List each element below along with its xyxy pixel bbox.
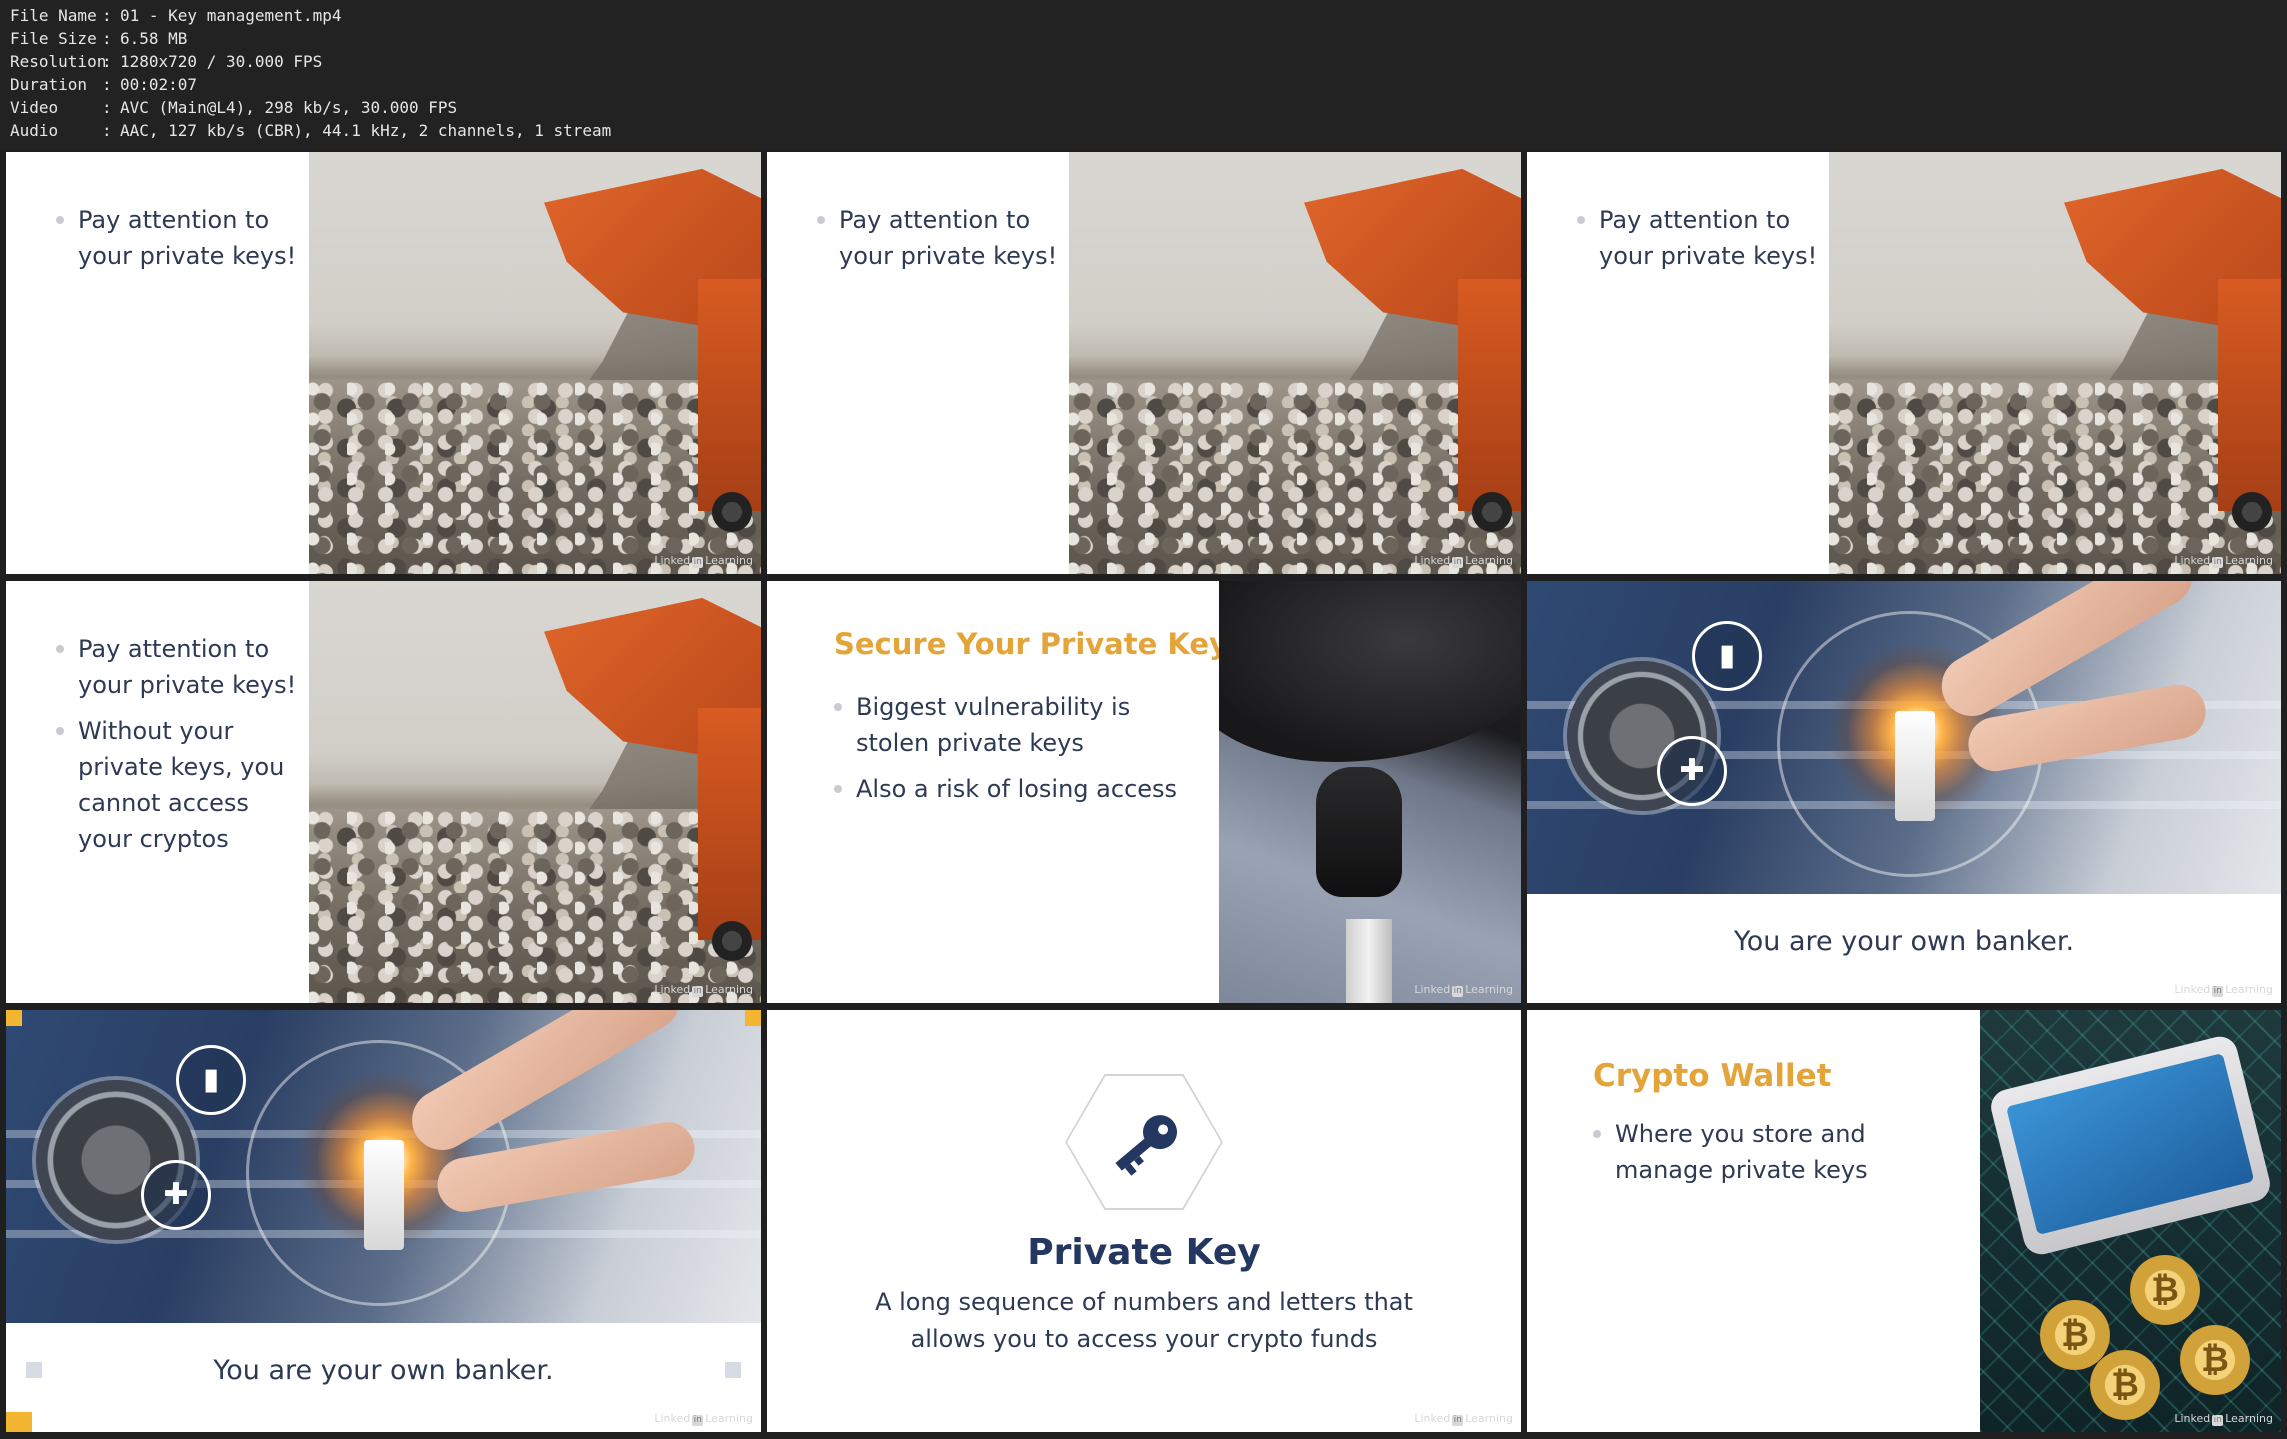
slide-caption: You are your own banker. (213, 1355, 554, 1386)
thumbnail-frame-7[interactable]: ▮ ✚ You are your own banker. Linked in Lea… (6, 1010, 761, 1432)
thumbnail-frame-1[interactable]: Pay attention to your private keys! Link… (6, 152, 761, 574)
linkedin-logo-icon: in (1452, 986, 1464, 997)
puzzle-icon: ✚ (141, 1160, 211, 1230)
bullet-list: Biggest vulnerability is stolen private … (834, 689, 1194, 817)
corner-decoration (6, 1412, 32, 1432)
key-icon (1115, 1115, 1178, 1176)
thumbnail-frame-6[interactable]: ▮ ✚ You are your own banker. Linked in Lea… (1527, 581, 2281, 1003)
linkedin-logo-icon: in (1452, 1415, 1464, 1426)
bullet-list: Pay attention to your private keys! (1577, 202, 1827, 284)
bullet-list: Where you store and manage private keys (1593, 1116, 1893, 1198)
bullet-item: Without your private keys, you cannot ac… (56, 713, 306, 857)
bullet-item: Pay attention to your private keys! (56, 202, 306, 274)
linkedin-logo-icon: in (1452, 557, 1464, 568)
file-info-label: Audio (10, 121, 59, 140)
bullet-item: Biggest vulnerability is stolen private … (834, 689, 1194, 761)
bullet-list: Pay attention to your private keys! (817, 202, 1067, 284)
file-info-value: AAC, 127 kb/s (CBR), 44.1 kHz, 2 channel… (120, 121, 612, 140)
file-info-value: 00:02:07 (120, 75, 198, 94)
file-info-colon: : (102, 75, 112, 94)
linkedin-learning-watermark: Linked in Learning (654, 554, 753, 568)
vault-dial-photo: ▮ ✚ (1527, 581, 2281, 894)
landfill-truck-photo: Linked in Learning (309, 152, 761, 574)
linkedin-logo-icon: in (2212, 557, 2224, 568)
linkedin-learning-watermark: Linked in Learning (1414, 1412, 1513, 1426)
corner-decoration (6, 1010, 22, 1026)
file-info-colon: : (102, 6, 112, 25)
landfill-truck-photo: Linked in Learning (309, 581, 761, 1003)
linkedin-logo-icon: in (692, 986, 704, 997)
puzzle-icon: ✚ (1657, 736, 1727, 806)
gloved-hand-key-photo: Linked in Learning (1219, 581, 1521, 1003)
thumbnail-frame-2[interactable]: Pay attention to your private keys! Link… (767, 152, 1521, 574)
corner-decoration (745, 1010, 761, 1026)
slide-description: allows you to access your crypto funds (910, 1325, 1378, 1353)
linkedin-learning-watermark: Linked in Learning (2174, 1412, 2273, 1426)
file-info-colon: : (102, 98, 112, 117)
thumbnail-frame-9[interactable]: Crypto Wallet Where you store and manage… (1527, 1010, 2281, 1432)
file-info-label: Video (10, 98, 59, 117)
linkedin-learning-watermark: Linked in Learning (1414, 554, 1513, 568)
slide-description: A long sequence of numbers and letters t… (875, 1288, 1413, 1316)
bullet-item: Where you store and manage private keys (1593, 1116, 1893, 1188)
slide-caption: You are your own banker. (1733, 926, 2075, 957)
linkedin-learning-watermark: Linked in Learning (2174, 554, 2273, 568)
linkedin-learning-watermark: Linked in Learning (654, 983, 753, 997)
linkedin-learning-watermark: Linked in Learning (1414, 983, 1513, 997)
file-info-value: 01 - Key management.mp4 (120, 6, 342, 25)
slide-heading: Secure Your Private Keys (834, 627, 1246, 661)
file-info-colon: : (102, 121, 112, 140)
vault-dial-photo: ▮ ✚ (6, 1010, 761, 1323)
linkedin-learning-watermark: Linked in Learning (654, 1412, 753, 1426)
bullet-list: Pay attention to your private keys! (56, 202, 306, 284)
linkedin-logo-icon: in (692, 557, 704, 568)
file-info-value: AVC (Main@L4), 298 kb/s, 30.000 FPS (120, 98, 458, 117)
bullet-list: Pay attention to your private keys! With… (56, 631, 306, 867)
linkedin-logo-icon: in (692, 1415, 704, 1426)
corner-decoration (26, 1362, 42, 1378)
bullet-item: Pay attention to your private keys! (56, 631, 306, 703)
linkedin-logo-icon: in (2212, 1415, 2224, 1426)
thumbnail-frame-5[interactable]: Secure Your Private Keys Biggest vulnera… (767, 581, 1521, 1003)
linkedin-logo-icon: in (2212, 986, 2224, 997)
bullet-item: Pay attention to your private keys! (1577, 202, 1827, 274)
file-info-value: 6.58 MB (120, 29, 188, 48)
file-info-header: File Name : 01 - Key management.mp4 File… (0, 0, 2287, 150)
thumbnail-frame-4[interactable]: Pay attention to your private keys! With… (6, 581, 761, 1003)
thumbnail-frame-8[interactable]: Private Key A long sequence of numbers a… (767, 1010, 1521, 1432)
corner-decoration (725, 1362, 741, 1378)
landfill-truck-photo: Linked in Learning (1069, 152, 1521, 574)
file-info-value: 1280x720 / 30.000 FPS (120, 52, 323, 71)
file-info-colon: : (102, 52, 112, 71)
file-info-label: File Name (10, 6, 97, 25)
file-info-label: File Size (10, 29, 97, 48)
file-info-label: Resolution (10, 52, 107, 71)
slide-heading: Crypto Wallet (1593, 1058, 1832, 1094)
landfill-truck-photo: Linked in Learning (1829, 152, 2281, 574)
file-info-colon: : (102, 29, 112, 48)
bullet-item: Pay attention to your private keys! (817, 202, 1067, 274)
bar-chart-icon: ▮ (1692, 621, 1762, 691)
file-info-label: Duration (10, 75, 88, 94)
bullet-item: Also a risk of losing access (834, 771, 1194, 807)
thumbnail-frame-3[interactable]: Pay attention to your private keys! Link… (1527, 152, 2281, 574)
linkedin-learning-watermark: Linked in Learning (2174, 983, 2273, 997)
bar-chart-icon: ▮ (176, 1045, 246, 1115)
phone-bitcoin-photo: ₿ ₿ ₿ ₿ Linked in Learning (1980, 1010, 2281, 1432)
slide-title: Private Key (1027, 1232, 1261, 1273)
